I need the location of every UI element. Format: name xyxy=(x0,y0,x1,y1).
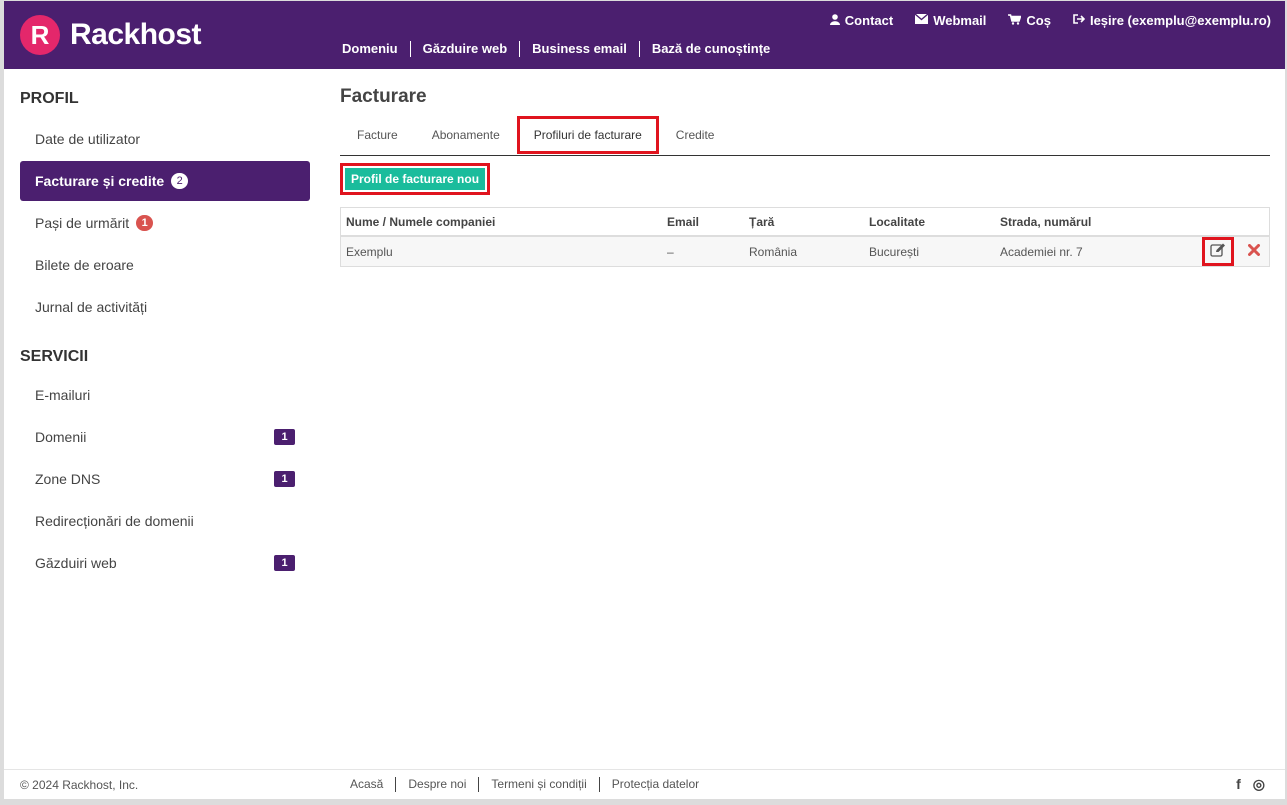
footer-link-acasa[interactable]: Acasă xyxy=(338,777,395,792)
sidebar-item-label: Zone DNS xyxy=(35,471,101,487)
count-badge: 1 xyxy=(274,471,295,487)
table-header-row: Nume / Numele companiei Email Țară Local… xyxy=(340,207,1270,237)
facebook-icon[interactable]: f xyxy=(1236,776,1241,793)
user-icon xyxy=(829,13,840,28)
webmail-link[interactable]: Webmail xyxy=(914,13,987,28)
cell-email: – xyxy=(662,236,744,267)
logout-label: Ieșire (exemplu@exemplu.ro) xyxy=(1089,13,1271,28)
new-profile-highlight: Profil de facturare nou xyxy=(340,163,491,195)
nav-domeniu[interactable]: Domeniu xyxy=(334,41,410,57)
footer-link-protectia[interactable]: Protecția datelor xyxy=(598,777,711,792)
column-header: Strada, numărul xyxy=(995,207,1185,237)
nav-baza-cunostinte[interactable]: Bază de cunoștințe xyxy=(638,41,782,57)
column-header: Email xyxy=(662,207,744,237)
nav-gazduire-web[interactable]: Găzduire web xyxy=(409,41,520,57)
tab-facture[interactable]: Facture xyxy=(340,115,415,155)
page-title: Facturare xyxy=(340,86,427,107)
top-nav: Contact Webmail Coș Ieșire (exemplu@exem… xyxy=(808,13,1271,28)
column-header: Țară xyxy=(744,207,864,237)
tab-abonamente[interactable]: Abonamente xyxy=(415,115,517,155)
sidebar-item-emailuri[interactable]: E-mailuri xyxy=(20,375,310,415)
sidebar-item-pasi-urmarit[interactable]: Pași de urmărit 1 xyxy=(20,203,310,243)
table-row: Exemplu – România București Academiei nr… xyxy=(340,236,1270,267)
count-badge: 1 xyxy=(136,215,154,231)
page-frame: R Rackhost Contact Webmail Coș Ieșire (e… xyxy=(4,1,1285,799)
count-badge: 2 xyxy=(171,173,189,189)
sidebar-item-label: Găzduiri web xyxy=(35,555,117,571)
sidebar-item-facturare[interactable]: Facturare și credite 2 xyxy=(20,161,310,201)
envelope-icon xyxy=(914,13,929,27)
webmail-label: Webmail xyxy=(933,13,987,28)
count-badge: 1 xyxy=(274,555,295,571)
logout-link[interactable]: Ieșire (exemplu@exemplu.ro) xyxy=(1073,13,1271,28)
sidebar-item-label: Date de utilizator xyxy=(35,131,141,147)
column-header: Localitate xyxy=(864,207,995,237)
edit-icon[interactable] xyxy=(1202,237,1234,266)
contact-label: Contact xyxy=(844,13,894,28)
tabs: Facture Abonamente Profiluri de facturar… xyxy=(340,115,1270,156)
footer: © 2024 Rackhost, Inc. Acasă Despre noi T… xyxy=(4,769,1285,799)
sidebar: PROFIL Date de utilizator Facturare și c… xyxy=(20,89,310,583)
new-billing-profile-button[interactable]: Profil de facturare nou xyxy=(345,168,486,190)
sidebar-item-domenii[interactable]: Domenii 1 xyxy=(20,417,310,457)
sidebar-item-label: Pași de urmărit xyxy=(35,215,130,231)
copyright: © 2024 Rackhost, Inc. xyxy=(20,778,139,792)
column-header-actions xyxy=(1185,207,1239,237)
logo[interactable]: R Rackhost xyxy=(20,15,202,55)
delete-icon[interactable] xyxy=(1248,243,1260,260)
cell-country: România xyxy=(744,236,864,267)
nav-business-email[interactable]: Business email xyxy=(519,41,639,57)
footer-link-termeni[interactable]: Termeni și condiții xyxy=(478,777,598,792)
sidebar-item-label: Domenii xyxy=(35,429,87,445)
footer-links: Acasă Despre noi Termeni și condiții Pro… xyxy=(338,777,711,792)
footer-link-despre[interactable]: Despre noi xyxy=(395,777,478,792)
sidebar-item-date-utilizator[interactable]: Date de utilizator xyxy=(20,119,310,159)
sidebar-item-jurnal[interactable]: Jurnal de activități xyxy=(20,287,310,327)
cell-delete xyxy=(1239,236,1270,267)
cart-link[interactable]: Coș xyxy=(1008,13,1051,28)
column-header-delete xyxy=(1239,207,1270,237)
count-badge: 1 xyxy=(274,429,295,445)
sign-out-icon xyxy=(1073,14,1086,27)
column-header: Nume / Numele companiei xyxy=(340,207,662,237)
sidebar-item-label: Bilete de eroare xyxy=(35,257,134,273)
tab-credite[interactable]: Credite xyxy=(659,115,732,155)
main-nav: Domeniu Găzduire web Business email Bază… xyxy=(334,41,782,57)
cart-icon xyxy=(1008,13,1023,28)
sidebar-heading-servicii: SERVICII xyxy=(20,348,89,365)
sidebar-item-label: E-mailuri xyxy=(35,387,91,403)
header: R Rackhost Contact Webmail Coș Ieșire (e… xyxy=(4,1,1285,69)
sidebar-heading-profil: PROFIL xyxy=(20,90,79,107)
sidebar-item-gazduiri-web[interactable]: Găzduiri web 1 xyxy=(20,543,310,583)
cell-street: Academiei nr. 7 xyxy=(995,236,1185,267)
sidebar-item-label: Redirecționări de domenii xyxy=(35,513,194,529)
cell-name: Exemplu xyxy=(340,236,662,267)
cell-city: București xyxy=(864,236,995,267)
social-links: f ◎ xyxy=(1224,776,1265,793)
contact-link[interactable]: Contact xyxy=(829,13,894,28)
sidebar-item-zone-dns[interactable]: Zone DNS 1 xyxy=(20,459,310,499)
sidebar-item-bilete-eroare[interactable]: Bilete de eroare xyxy=(20,245,310,285)
tab-profiluri-facturare[interactable]: Profiluri de facturare xyxy=(516,116,659,154)
logo-text: Rackhost xyxy=(70,18,202,51)
cell-edit xyxy=(1185,236,1239,267)
billing-profiles-table: Nume / Numele companiei Email Țară Local… xyxy=(340,207,1270,267)
logo-mark-icon: R xyxy=(20,15,60,55)
sidebar-item-label: Jurnal de activități xyxy=(35,299,148,315)
cart-label: Coș xyxy=(1026,13,1051,28)
sidebar-item-label: Facturare și credite xyxy=(35,173,165,189)
main-content: Facturare Facture Abonamente Profiluri d… xyxy=(340,85,1270,267)
instagram-icon[interactable]: ◎ xyxy=(1253,776,1265,793)
sidebar-item-redirectionari[interactable]: Redirecționări de domenii xyxy=(20,501,310,541)
